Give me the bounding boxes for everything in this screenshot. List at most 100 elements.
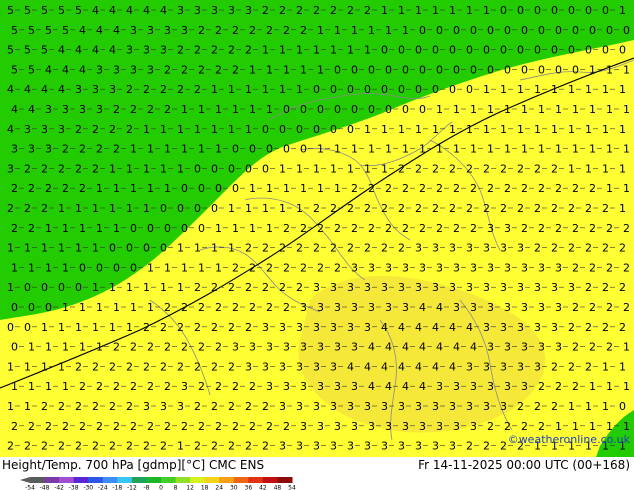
- grid-value: 2: [555, 182, 562, 195]
- grid-value: 4: [364, 360, 371, 373]
- grid-value: 2: [177, 44, 184, 57]
- grid-value: 2: [483, 162, 490, 175]
- grid-value: 2: [249, 301, 256, 314]
- grid-value: 4: [45, 63, 52, 76]
- grid-value: 1: [249, 222, 256, 235]
- grid-value: 4: [109, 44, 116, 57]
- grid-value: 0: [75, 281, 82, 294]
- grid-value: 3: [147, 63, 154, 76]
- grid-value: 2: [143, 83, 150, 96]
- grid-value: 2: [232, 24, 239, 37]
- grid-value: 3: [279, 440, 286, 453]
- grid-value: 2: [521, 222, 528, 235]
- grid-value: 2: [228, 400, 235, 413]
- grid-value: 1: [483, 83, 490, 96]
- grid-value: 3: [283, 341, 290, 354]
- grid-value: 0: [330, 83, 337, 96]
- grid-value: 1: [534, 123, 541, 136]
- grid-value: 1: [572, 143, 579, 156]
- grid-value: 2: [415, 202, 422, 215]
- grid-value: 1: [517, 83, 524, 96]
- grid-value: 2: [504, 182, 511, 195]
- grid-value: 0: [623, 24, 630, 37]
- grid-value: 2: [160, 360, 167, 373]
- grid-value: 1: [449, 123, 456, 136]
- grid-value: 0: [313, 123, 320, 136]
- grid-value: 1: [62, 261, 69, 274]
- grid-value: 2: [194, 400, 201, 413]
- grid-value: 0: [283, 143, 290, 156]
- grid-value: 1: [572, 103, 579, 116]
- grid-value: 0: [402, 103, 409, 116]
- grid-value: 3: [313, 360, 320, 373]
- grid-value: 3: [147, 24, 154, 37]
- grid-value: 3: [483, 321, 490, 334]
- grid-value: 4: [28, 103, 35, 116]
- grid-value: 1: [589, 420, 596, 433]
- grid-value: 1: [164, 182, 171, 195]
- grid-value: 2: [164, 103, 171, 116]
- grid-value: 3: [62, 103, 69, 116]
- grid-value: 3: [381, 440, 388, 453]
- grid-value: 3: [58, 123, 65, 136]
- grid-value: 1: [75, 242, 82, 255]
- grid-value: 2: [466, 162, 473, 175]
- grid-value: 0: [534, 4, 541, 17]
- grid-value: 0: [109, 242, 116, 255]
- legend-label: -54: [25, 485, 35, 490]
- grid-value: 0: [551, 44, 558, 57]
- grid-value: 1: [432, 123, 439, 136]
- grid-value: 1: [619, 360, 626, 373]
- grid-value: 1: [589, 103, 596, 116]
- grid-value: 2: [487, 420, 494, 433]
- grid-value: 0: [232, 143, 239, 156]
- grid-value: 2: [24, 440, 31, 453]
- grid-value: 3: [45, 103, 52, 116]
- grid-value: 3: [330, 321, 337, 334]
- grid-value: 0: [334, 63, 341, 76]
- grid-value: 2: [500, 202, 507, 215]
- grid-value: 0: [262, 162, 269, 175]
- grid-value: 2: [198, 341, 205, 354]
- grid-value: 3: [296, 400, 303, 413]
- grid-value: 0: [283, 103, 290, 116]
- grid-value: 3: [517, 281, 524, 294]
- grid-value: 3: [28, 143, 35, 156]
- grid-value: 1: [347, 44, 354, 57]
- grid-value: 1: [96, 222, 103, 235]
- grid-value: 3: [96, 103, 103, 116]
- grid-value: 2: [538, 380, 545, 393]
- grid-value: 2: [568, 242, 575, 255]
- grid-value: 2: [126, 123, 133, 136]
- grid-value: 3: [432, 400, 439, 413]
- grid-value: 1: [79, 341, 86, 354]
- grid-value: 3: [24, 123, 31, 136]
- grid-value: 2: [551, 242, 558, 255]
- grid-value: 0: [160, 202, 167, 215]
- grid-value: 2: [436, 182, 443, 195]
- grid-value: 2: [466, 202, 473, 215]
- grid-value: 3: [385, 261, 392, 274]
- grid-value: 1: [364, 123, 371, 136]
- grid-value: 1: [419, 143, 426, 156]
- grid-value: 0: [555, 24, 562, 37]
- grid-value: 1: [245, 123, 252, 136]
- grid-value: 2: [96, 380, 103, 393]
- legend-label: -48: [40, 485, 50, 490]
- grid-value: 1: [334, 143, 341, 156]
- grid-value: 3: [283, 380, 290, 393]
- grid-value: 1: [62, 380, 69, 393]
- grid-value: 3: [521, 380, 528, 393]
- grid-value: 0: [466, 83, 473, 96]
- legend-swatch: [44, 477, 60, 483]
- legend-label: -8: [143, 485, 149, 490]
- grid-value: 4: [381, 360, 388, 373]
- grid-value: 0: [300, 103, 307, 116]
- grid-value: 2: [130, 341, 137, 354]
- grid-value: 3: [419, 420, 426, 433]
- grid-value: 0: [517, 4, 524, 17]
- grid-value: 1: [453, 143, 460, 156]
- grid-value: 3: [279, 321, 286, 334]
- grid-value: 3: [538, 341, 545, 354]
- grid-value: 2: [504, 420, 511, 433]
